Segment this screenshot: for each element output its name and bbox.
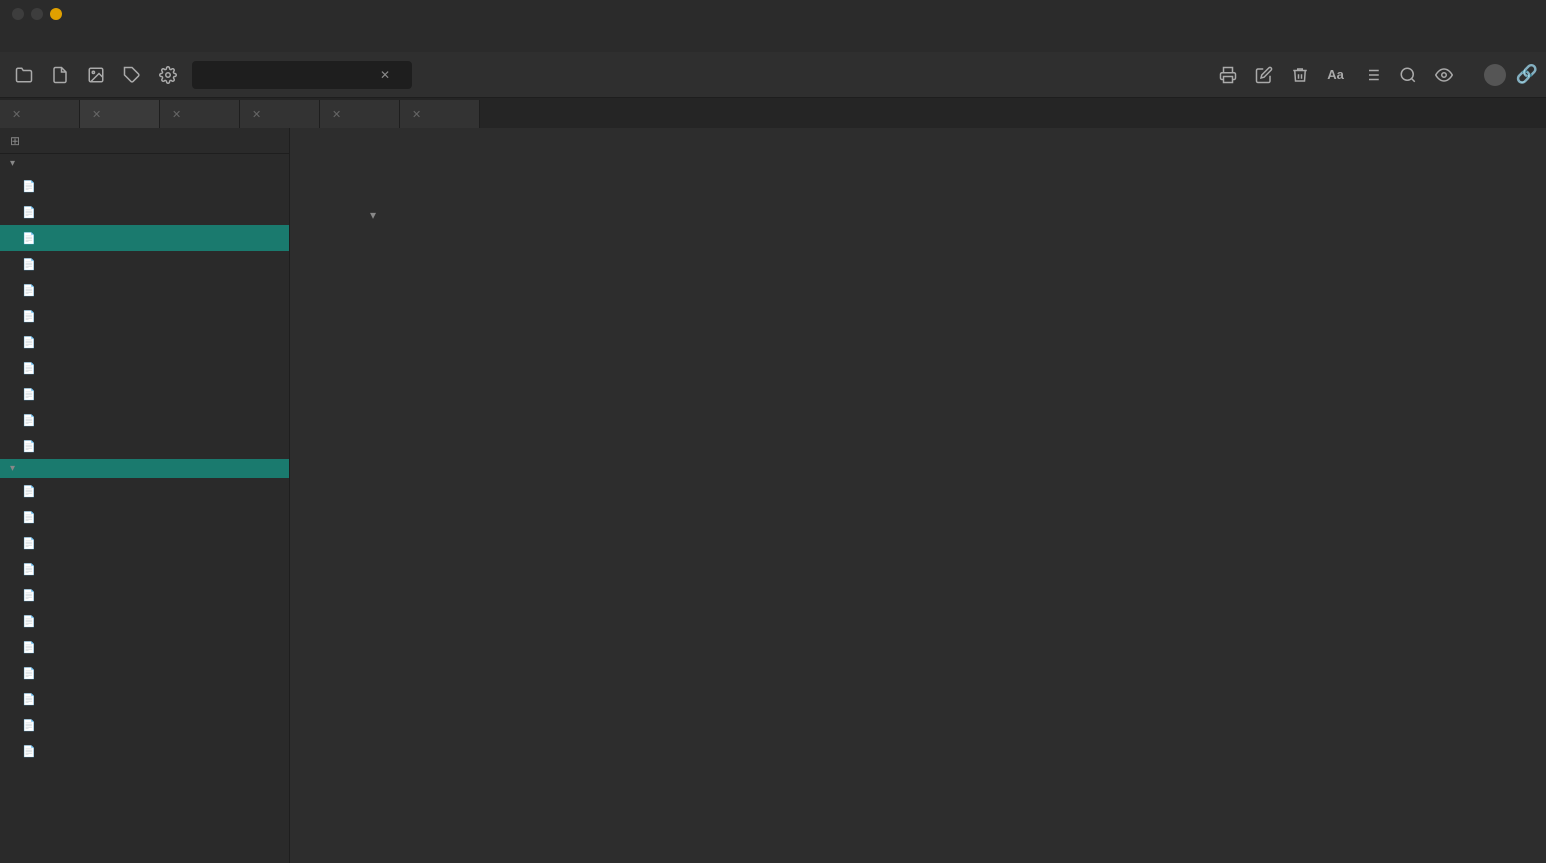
tab-close-pacman[interactable]: ✕: [10, 107, 23, 122]
sidebar-item-46-md[interactable]: 📄: [0, 686, 289, 712]
settings-button[interactable]: [152, 59, 184, 91]
sidebar-item-50-md[interactable]: 📄: [0, 582, 289, 608]
sidebar-group-notes[interactable]: ▾: [0, 154, 289, 173]
menu-view[interactable]: [48, 38, 64, 42]
new-file-button[interactable]: [44, 59, 76, 91]
file-icon: 📄: [22, 563, 36, 576]
minimize-button[interactable]: [31, 8, 43, 20]
menu-help[interactable]: [88, 38, 104, 42]
search-doc-button[interactable]: [1392, 59, 1424, 91]
menu-edit[interactable]: [28, 38, 44, 42]
sidebar-item-52-md[interactable]: 📄: [0, 530, 289, 556]
list-button[interactable]: [1356, 59, 1388, 91]
sidebar-item-optimize-pdf-md[interactable]: 📄: [0, 251, 289, 277]
sidebar-item-45-md[interactable]: 📄: [0, 712, 289, 738]
sidebar-item-53-md[interactable]: 📄: [0, 504, 289, 530]
file-icon: 📄: [22, 589, 36, 602]
titlebar: [0, 0, 1546, 28]
sidebar-item-tromjaro-md[interactable]: 📄: [0, 225, 289, 251]
toolbar: ✕ Aa 🔗: [0, 52, 1546, 98]
tab-restart[interactable]: ✕: [240, 100, 320, 128]
file-icon: 📄: [22, 284, 36, 297]
tags-button[interactable]: [116, 59, 148, 91]
close-button[interactable]: [12, 8, 24, 20]
tab-close-cloud[interactable]: ✕: [330, 107, 343, 122]
file-icon: 📄: [22, 745, 36, 758]
menu-window[interactable]: [68, 38, 84, 42]
traffic-lights: [12, 8, 62, 20]
file-icon: 📄: [22, 310, 36, 323]
sidebar-item-49-md[interactable]: 📄: [0, 608, 289, 634]
edit-mode-button[interactable]: [1248, 59, 1280, 91]
menubar: [0, 28, 1546, 52]
sidebar-item-notes-md[interactable]: 📄: [0, 173, 289, 199]
tab-optimize[interactable]: ✕: [160, 100, 240, 128]
sidebar-item-movies-md[interactable]: 📄: [0, 355, 289, 381]
delete-button[interactable]: [1284, 59, 1316, 91]
sidebar-item-companies-md[interactable]: 📄: [0, 407, 289, 433]
file-icon: 📄: [22, 388, 36, 401]
sidebar-item-51-md[interactable]: 📄: [0, 556, 289, 582]
font-button[interactable]: Aa: [1320, 59, 1352, 91]
tab-cloud[interactable]: ✕: [320, 100, 400, 128]
file-icon: 📄: [22, 180, 36, 193]
file-icon: 📄: [22, 206, 36, 219]
tab-close-restart[interactable]: ✕: [250, 107, 263, 122]
sidebar-header: ⊞: [0, 128, 289, 154]
file-icon: 📄: [22, 336, 36, 349]
clean-section-heading: ▾: [370, 208, 1466, 222]
editor[interactable]: ▾: [290, 128, 1546, 863]
file-icon: 📄: [22, 641, 36, 654]
chevron-show-notes-icon: ▾: [10, 463, 15, 474]
tab-54[interactable]: ✕: [400, 100, 480, 128]
file-icon: 📄: [22, 537, 36, 550]
tab-close-54[interactable]: ✕: [410, 107, 423, 122]
sidebar-item-cloud-md[interactable]: 📄: [0, 199, 289, 225]
print-button[interactable]: [1212, 59, 1244, 91]
sidebar-item-dflip-md[interactable]: 📄: [0, 381, 289, 407]
tab-tromjaro[interactable]: ✕: [80, 100, 160, 128]
chevron-notes-icon: ▾: [10, 158, 15, 169]
file-icon: 📄: [22, 440, 36, 453]
search-clear-button[interactable]: ✕: [380, 68, 390, 82]
open-folder-button[interactable]: [8, 59, 40, 91]
clean-collapse-icon[interactable]: ▾: [370, 208, 376, 222]
file-icon: 📄: [22, 485, 36, 498]
tab-close-optimize[interactable]: ✕: [170, 107, 183, 122]
sidebar-item-54-md[interactable]: 📄: [0, 478, 289, 504]
file-icon: 📄: [22, 414, 36, 427]
sidebar-item-restart-bluetooth-md[interactable]: 📄: [0, 303, 289, 329]
sidebar-item-money-md[interactable]: 📄: [0, 329, 289, 355]
file-icon: 📄: [22, 232, 36, 245]
sidebar-item-pacman-unstuck-md[interactable]: 📄: [0, 277, 289, 303]
sidebar-item-books-md[interactable]: 📄: [0, 433, 289, 459]
sidebar-item-47-md[interactable]: 📄: [0, 660, 289, 686]
search-input[interactable]: [200, 67, 380, 82]
file-icon: 📄: [22, 362, 36, 375]
file-icon: 📄: [22, 667, 36, 680]
tab-pacman[interactable]: ✕: [0, 100, 80, 128]
sidebar-item-48-md[interactable]: 📄: [0, 634, 289, 660]
search-box: ✕: [192, 61, 412, 89]
paperclip-button[interactable]: 🔗: [1516, 64, 1538, 85]
preview-button[interactable]: [1428, 59, 1460, 91]
notes-group-items: 📄 📄 📄 📄 📄 📄: [0, 173, 289, 459]
main-area: ⊞ ▾ 📄 📄 📄 📄: [0, 128, 1546, 863]
menu-file[interactable]: [8, 38, 24, 42]
maximize-button[interactable]: [50, 8, 62, 20]
image-button[interactable]: [80, 59, 112, 91]
sidebar-item-44-md[interactable]: 📄: [0, 738, 289, 764]
file-icon: 📄: [22, 693, 36, 706]
show-notes-group-items: 📄 📄 📄 📄 📄 📄: [0, 478, 289, 764]
sidebar: ⊞ ▾ 📄 📄 📄 📄: [0, 128, 290, 863]
file-icon: 📄: [22, 719, 36, 732]
directories-icon: ⊞: [10, 134, 20, 148]
tab-close-tromjaro[interactable]: ✕: [90, 107, 103, 122]
circle-indicator[interactable]: [1484, 64, 1506, 86]
tabs-bar: ✕ ✕ ✕ ✕ ✕ ✕: [0, 98, 1546, 128]
sidebar-group-show-notes[interactable]: ▾: [0, 459, 289, 478]
file-icon: 📄: [22, 615, 36, 628]
file-icon: 📄: [22, 258, 36, 271]
file-icon: 📄: [22, 511, 36, 524]
